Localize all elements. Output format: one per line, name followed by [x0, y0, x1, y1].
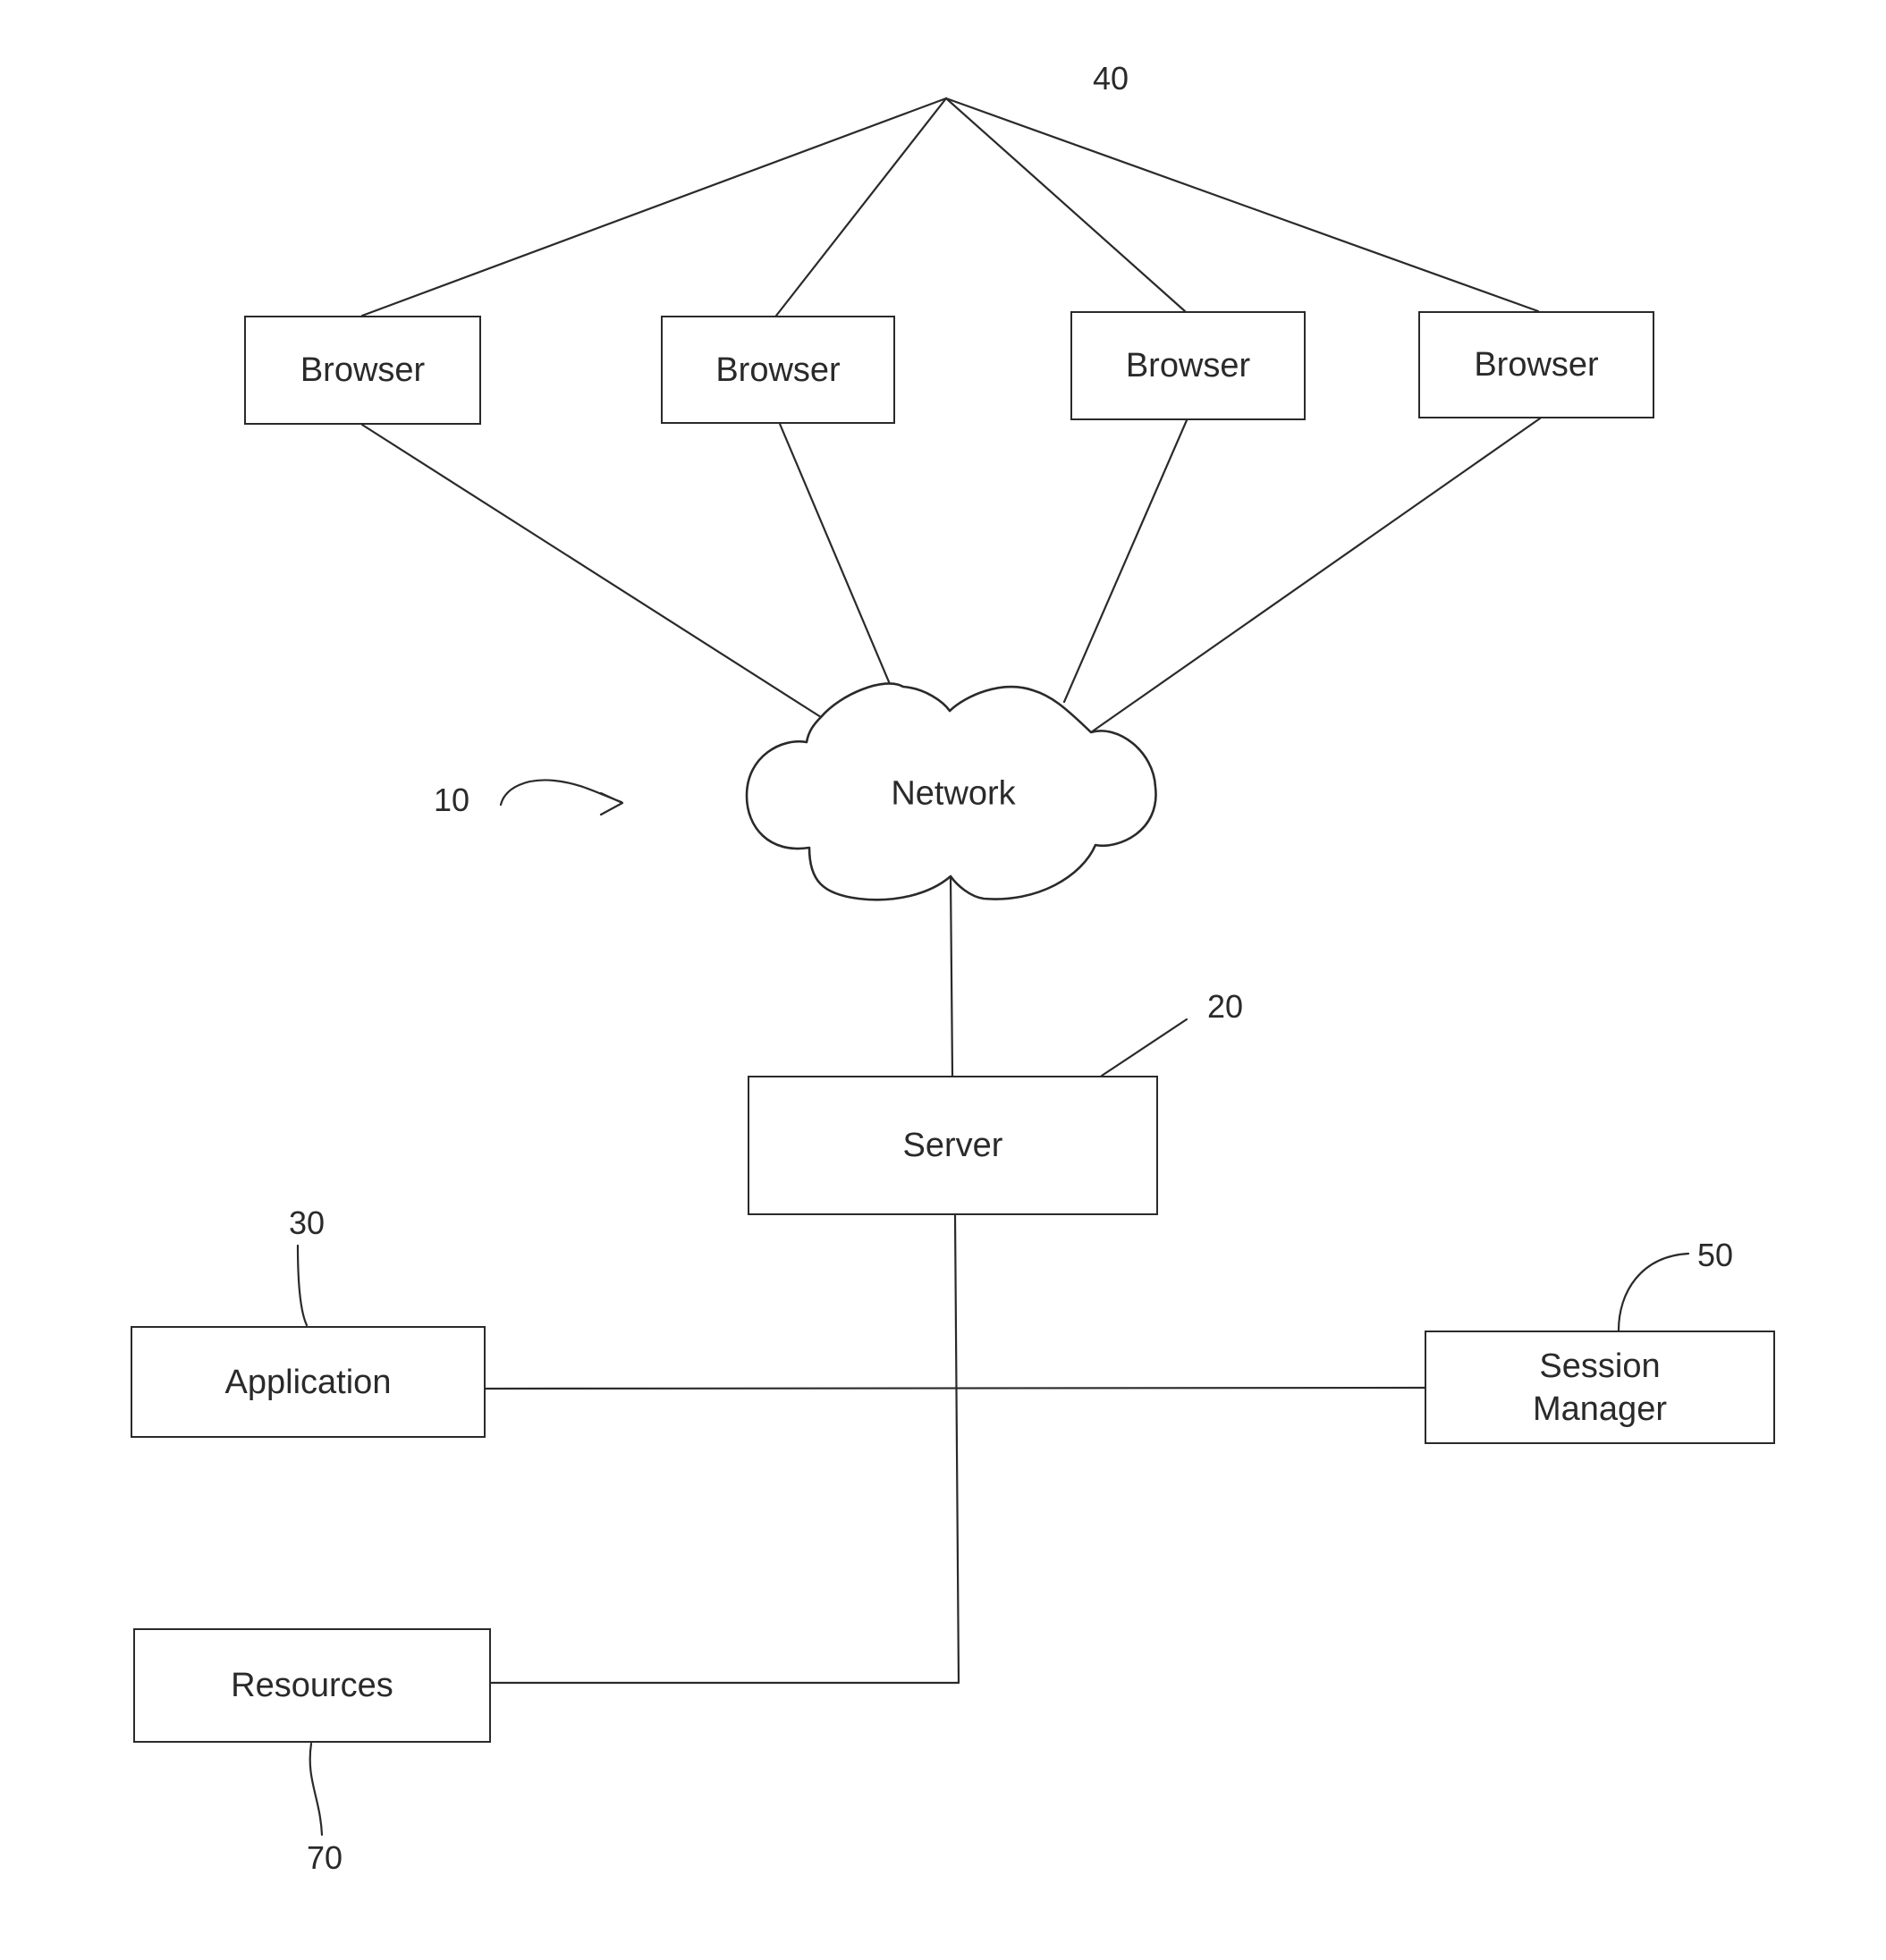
link-browser-4-network — [1089, 417, 1542, 734]
browser-node-3: Browser — [1070, 311, 1306, 420]
resources-node: Resources — [133, 1628, 491, 1743]
ref-10-arrowhead — [599, 791, 624, 816]
link-browser-1-network — [360, 423, 823, 719]
application-node: Application — [131, 1326, 486, 1438]
ref-label-70: 70 — [307, 1839, 343, 1876]
browser-node-4: Browser — [1418, 311, 1654, 418]
ref-50-leader — [1617, 1252, 1690, 1332]
ref-20-leader — [1100, 1018, 1188, 1077]
link-browser-2-network — [778, 422, 892, 686]
browser-node-label: Browser — [1474, 346, 1599, 384]
browser-node-1: Browser — [244, 316, 481, 425]
server-label: Server — [902, 1127, 1003, 1164]
session-manager-label-line2: Manager — [1533, 1390, 1667, 1428]
ref-40-leader-browser-3 — [944, 97, 1187, 313]
ref-label-20: 20 — [1207, 988, 1244, 1025]
ref-label-40: 40 — [1093, 60, 1129, 97]
ref-70-leader — [309, 1742, 324, 1837]
ref-label-50: 50 — [1697, 1237, 1734, 1273]
resources-label: Resources — [231, 1667, 393, 1704]
browser-node-label: Browser — [715, 351, 841, 389]
ref-30-leader — [296, 1244, 309, 1327]
network-label: Network — [891, 774, 1016, 813]
ref-label-10: 10 — [434, 781, 470, 818]
link-browser-3-network — [1062, 418, 1188, 704]
session-manager-node: Session Manager — [1425, 1331, 1775, 1444]
ref-10-arrow — [499, 779, 623, 807]
application-label: Application — [224, 1363, 392, 1401]
link-network-server — [949, 874, 954, 1077]
browser-node-label: Browser — [1125, 347, 1251, 384]
ref-label-30: 30 — [289, 1204, 326, 1241]
browser-node-label: Browser — [300, 351, 426, 389]
session-manager-label-line1: Session — [1539, 1347, 1661, 1385]
link-server-resources — [489, 1213, 960, 1685]
browser-node-2: Browser — [661, 316, 895, 424]
ref-40-leader-browser-4 — [944, 97, 1540, 313]
server-node: Server — [748, 1076, 1158, 1215]
ref-40-leader-browser-1 — [360, 97, 948, 317]
link-application-session-manager — [484, 1386, 1426, 1390]
